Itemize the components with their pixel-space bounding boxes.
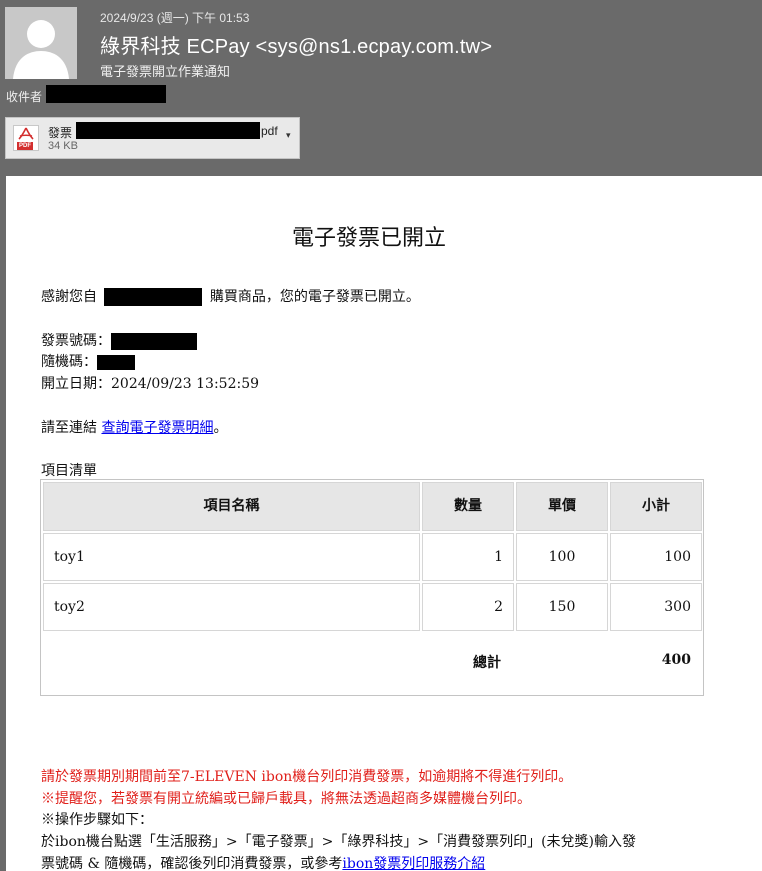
- invoice-number-label: 發票號碼：: [41, 333, 111, 349]
- redacted-store-name: [104, 288, 203, 306]
- redacted-attachment-name: [76, 122, 260, 139]
- email-date: 2024/9/23 (週一) 下午 01:53: [100, 11, 250, 25]
- attachment-name-prefix: 發票: [48, 126, 73, 140]
- items-title: 項目清單: [41, 463, 97, 479]
- ibon-print-guide-link[interactable]: ibon發票列印服務介紹: [342, 856, 485, 871]
- steps-line-1: 於ibon機台點選「生活服務」>「電子發票」>「綠界科技」>「消費發票列印」(未…: [41, 834, 636, 850]
- recipient-label: 收件者: [6, 90, 43, 104]
- column-header-subtotal: 小計: [610, 482, 702, 531]
- thanks-line: 感謝您自 購買商品，您的電子發票已開立。: [41, 286, 420, 306]
- link-prefix: 請至連結: [41, 420, 97, 436]
- steps-line-2: 票號碼 & 隨機碼，確認後列印消費發票，或參考ibon發票列印服務介紹: [41, 853, 485, 871]
- table-cell-subtotal: 300: [610, 583, 702, 631]
- table-cell-name: toy2: [43, 583, 420, 631]
- random-code-label: 隨機碼：: [41, 354, 97, 370]
- steps-title: ※操作步驟如下：: [41, 812, 153, 828]
- table-cell-name: toy1: [43, 533, 420, 581]
- invoice-number-line: 發票號碼：: [41, 330, 197, 350]
- table-cell-qty: 1: [422, 533, 514, 581]
- link-suffix: 。: [213, 420, 228, 436]
- redacted-recipient: [46, 85, 166, 103]
- chevron-down-icon[interactable]: ▾: [286, 130, 291, 141]
- carrier-reminder-notice: ※提醒您，若發票有開立統編或已歸戶載具，將無法透過超商多媒體機台列印。: [41, 791, 531, 807]
- redacted-random-code: [97, 354, 135, 370]
- total-value: 400: [661, 652, 691, 668]
- thanks-after: 購買商品，您的電子發票已開立。: [209, 289, 420, 305]
- message-body: 電子發票已開立 感謝您自 購買商品，您的電子發票已開立。 發票號碼： 隨機碼： …: [6, 176, 762, 871]
- table-cell-subtotal: 100: [610, 533, 702, 581]
- total-label: 總計: [473, 655, 501, 671]
- invoice-detail-link[interactable]: 查詢電子發票明細: [101, 420, 213, 436]
- thanks-before: 感謝您自: [41, 289, 97, 305]
- email-subject: 電子發票開立作業通知: [100, 64, 231, 79]
- attachment-extension: pdf: [261, 124, 278, 138]
- email-sender[interactable]: 綠界科技 ECPay <sys@ns1.ecpay.com.tw>: [100, 30, 492, 59]
- person-icon: [5, 7, 77, 79]
- table-cell-price: 150: [516, 583, 608, 631]
- table-cell-qty: 2: [422, 583, 514, 631]
- print-deadline-notice: 請於發票期別期間前至7-ELEVEN ibon機台列印消費發票，如逾期將不得進行…: [41, 769, 573, 785]
- sender-avatar[interactable]: [5, 7, 77, 79]
- pdf-badge: PDF: [17, 142, 33, 150]
- attachment-size: 34 KB: [48, 140, 78, 152]
- column-header-name: 項目名稱: [43, 482, 420, 531]
- issue-date: 開立日期：2024/09/23 13:52:59: [41, 376, 260, 392]
- page-title: 電子發票已開立: [291, 226, 446, 251]
- pdf-file-icon: PDF: [13, 125, 39, 151]
- items-table: 項目名稱 數量 單價 小計 toy1 1 100 100 toy2 2 150 …: [40, 479, 704, 696]
- detail-link-line: 請至連結 查詢電子發票明細。: [41, 417, 227, 437]
- steps-line-2-text: 票號碼 & 隨機碼，確認後列印消費發票，或參考: [41, 856, 343, 871]
- random-code-line: 隨機碼：: [41, 351, 135, 371]
- table-cell-price: 100: [516, 533, 608, 581]
- column-header-price: 單價: [516, 482, 608, 531]
- redacted-invoice-number: [111, 332, 197, 350]
- attachment-pdf[interactable]: PDF 發票 pdf 34 KB ▾: [5, 117, 300, 159]
- column-header-qty: 數量: [422, 482, 514, 531]
